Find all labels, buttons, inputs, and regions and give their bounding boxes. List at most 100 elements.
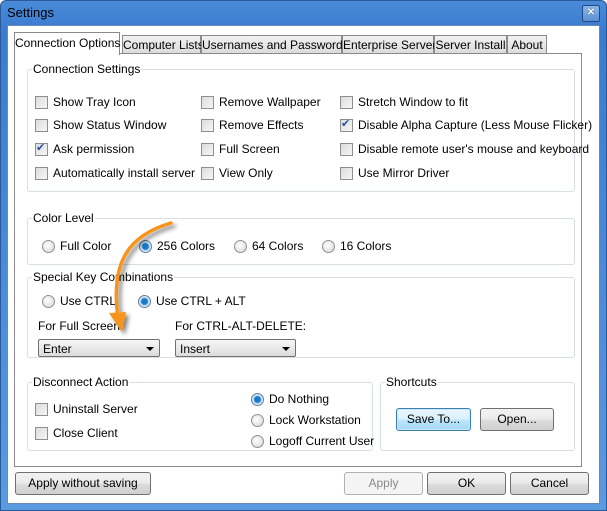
open-button[interactable]: Open... [480, 408, 554, 431]
checkmark-icon [340, 117, 353, 132]
radio-button [42, 294, 55, 308]
checkbox-box [35, 166, 48, 180]
show-status-window-checkbox[interactable]: Show Status Window [35, 118, 166, 132]
checkbox-box [201, 142, 214, 156]
checkbox-label: Ask permission [53, 142, 135, 156]
show-tray-icon-checkbox[interactable]: Show Tray Icon [35, 95, 136, 109]
cancel-button[interactable]: Cancel [510, 472, 589, 495]
remove-wallpaper-checkbox[interactable]: Remove Wallpaper [201, 95, 321, 109]
checkbox-box [340, 95, 353, 109]
radio-label: 64 Colors [252, 239, 304, 253]
radio-label: Logoff Current User [269, 434, 375, 448]
checkbox-label: Disable Alpha Capture (Less Mouse Flicke… [358, 118, 593, 132]
256-colors-radio[interactable]: 256 Colors [139, 239, 215, 253]
radio-button [251, 413, 264, 427]
radio-label: Do Nothing [269, 392, 330, 406]
close-client-checkbox[interactable]: Close Client [35, 426, 118, 440]
checkbox-label: Close Client [53, 426, 118, 440]
radio-label: Use CTRL [60, 294, 117, 308]
radio-button [322, 239, 335, 253]
disable-remote-input-checkbox[interactable]: Disable remote user's mouse and keyboard [340, 142, 589, 156]
checkbox-label: Show Tray Icon [53, 95, 136, 109]
dropdown-arrow-icon [282, 347, 290, 351]
radio-label: Use CTRL + ALT [156, 294, 246, 308]
checkmark-icon [35, 141, 48, 156]
lock-workstation-radio[interactable]: Lock Workstation [251, 413, 361, 427]
radio-button-selected [138, 294, 151, 308]
uninstall-server-checkbox[interactable]: Uninstall Server [35, 402, 138, 416]
view-only-checkbox[interactable]: View Only [201, 166, 273, 180]
tab-about[interactable]: About [507, 35, 547, 54]
dropdown-value: Insert [180, 342, 211, 356]
logoff-current-user-radio[interactable]: Logoff Current User [251, 434, 374, 448]
apply-button[interactable]: Apply [344, 472, 423, 495]
apply-without-saving-button[interactable]: Apply without saving [15, 472, 151, 495]
radio-label: 16 Colors [340, 239, 392, 253]
radio-label: 256 Colors [157, 239, 216, 253]
radio-button [234, 239, 247, 253]
dialog-client-area: Connection Options Computer Lists Userna… [7, 25, 600, 504]
checkbox-box [35, 426, 48, 440]
tab-computer-lists[interactable]: Computer Lists [122, 35, 204, 54]
use-mirror-driver-checkbox[interactable]: Use Mirror Driver [340, 166, 449, 180]
do-nothing-radio[interactable]: Do Nothing [251, 392, 329, 406]
checkbox-label: View Only [219, 166, 273, 180]
radio-button [42, 239, 55, 253]
auto-install-server-checkbox[interactable]: Automatically install server [35, 166, 195, 180]
close-button[interactable]: ✕ [582, 5, 600, 22]
tab-usernames-and-passwords[interactable]: Usernames and Passwords [201, 35, 349, 54]
connection-options-panel: Connection Settings Show Tray Icon Show … [14, 53, 592, 467]
stretch-window-checkbox[interactable]: Stretch Window to fit [340, 95, 468, 109]
ok-button[interactable]: OK [427, 472, 506, 495]
checkbox-box [35, 95, 48, 109]
dropdown-value: Enter [43, 342, 72, 356]
remove-effects-checkbox[interactable]: Remove Effects [201, 118, 303, 132]
special-keys-legend: Special Key Combinations [33, 270, 174, 284]
full-screen-checkbox[interactable]: Full Screen [201, 142, 280, 156]
ctrl-alt-delete-key-dropdown[interactable]: Insert [175, 339, 296, 357]
checkbox-box [35, 118, 48, 132]
connection-settings-legend: Connection Settings [33, 62, 141, 76]
checkbox-label: Show Status Window [53, 118, 167, 132]
radio-button [251, 434, 264, 448]
color-level-group: Color Level [27, 211, 575, 265]
use-ctrl-alt-radio[interactable]: Use CTRL + ALT [138, 294, 246, 308]
color-level-legend: Color Level [33, 211, 94, 225]
close-icon: ✕ [586, 7, 596, 18]
checkbox-label: Disable remote user's mouse and keyboard [358, 142, 590, 156]
checkbox-label: Automatically install server [53, 166, 196, 180]
radio-button-selected [139, 239, 152, 253]
title-bar[interactable]: Settings ✕ [1, 1, 606, 25]
16-colors-radio[interactable]: 16 Colors [322, 239, 391, 253]
dropdown-arrow-icon [146, 347, 154, 351]
tab-connection-options[interactable]: Connection Options [14, 32, 120, 55]
disconnect-action-legend: Disconnect Action [33, 375, 129, 389]
save-to-button[interactable]: Save To... [396, 408, 471, 431]
radio-label: Lock Workstation [269, 413, 361, 427]
full-screen-key-dropdown[interactable]: Enter [38, 339, 160, 357]
checkbox-box [201, 118, 214, 132]
ctrl-alt-delete-key-label: For CTRL-ALT-DELETE: [175, 319, 307, 333]
disable-alpha-capture-checkbox[interactable]: Disable Alpha Capture (Less Mouse Flicke… [340, 117, 593, 132]
checkbox-box [201, 166, 214, 180]
ask-permission-checkbox[interactable]: Ask permission [35, 141, 135, 156]
tab-enterprise-server[interactable]: Enterprise Server [342, 35, 436, 54]
full-color-radio[interactable]: Full Color [42, 239, 111, 253]
checkbox-box [340, 166, 353, 180]
radio-label: Full Color [60, 239, 112, 253]
checkbox-label: Remove Effects [219, 118, 304, 132]
checkbox-label: Use Mirror Driver [358, 166, 450, 180]
64-colors-radio[interactable]: 64 Colors [234, 239, 303, 253]
use-ctrl-radio[interactable]: Use CTRL [42, 294, 116, 308]
checkbox-box [340, 142, 353, 156]
checkbox-label: Full Screen [219, 142, 280, 156]
tab-server-install[interactable]: Server Install [434, 35, 507, 54]
shortcuts-legend: Shortcuts [386, 375, 437, 389]
radio-button-selected [251, 392, 264, 406]
window-title: Settings [7, 5, 54, 20]
full-screen-key-label: For Full Screen: [38, 319, 124, 333]
checkbox-box [201, 95, 214, 109]
checkbox-box [35, 402, 48, 416]
checkbox-label: Remove Wallpaper [219, 95, 321, 109]
checkbox-label: Stretch Window to fit [358, 95, 469, 109]
